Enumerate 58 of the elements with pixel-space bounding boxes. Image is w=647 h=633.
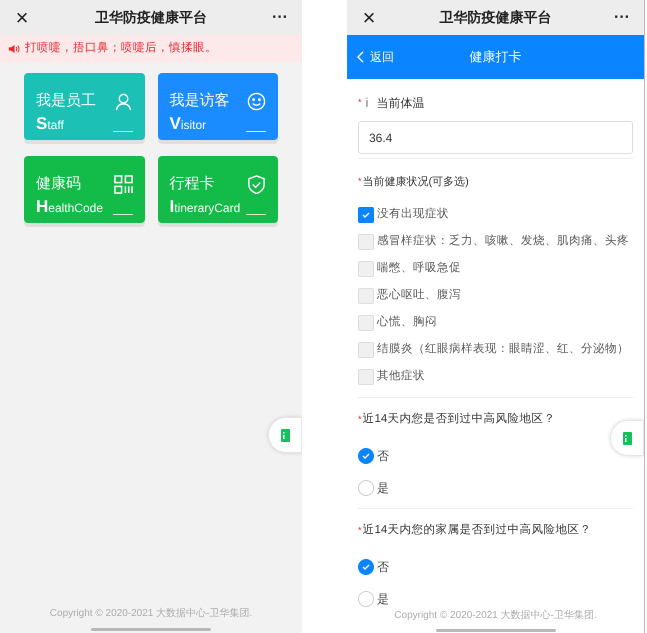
smiley-icon (247, 92, 266, 111)
question-label: 近14天内您的家属是否到过中高风险地区？ (362, 522, 592, 538)
tile-title: 健康码 (36, 174, 81, 194)
radio-button[interactable] (358, 448, 374, 464)
option-label: 恶心呕吐、腹泻 (377, 287, 461, 304)
chevron-left-icon (357, 51, 364, 63)
radio-button[interactable] (358, 591, 374, 607)
question-label: 近14天内您是否到过中高风险地区？ (362, 411, 556, 428)
qr-code-icon (114, 175, 132, 194)
required-mark: * (358, 175, 362, 188)
tile-subtitle: HealthCode (36, 198, 103, 217)
option-label: 感冒样症状：乏力、咳嗽、发烧、肌肉痛、头疼 (377, 233, 629, 250)
field-label: 当前健康状况(可多选) (362, 174, 469, 190)
window-title: 卫华防疫健康平台 (440, 8, 552, 27)
copyright-text: Copyright © 2020-2021 大数据中心-卫华集团. (394, 608, 597, 623)
more-button[interactable]: ··· (612, 10, 632, 26)
check-icon (362, 453, 370, 459)
close-button[interactable]: × (12, 6, 32, 28)
option-label: 结膜炎（红眼病样表现：眼睛涩、红、分泌物） (377, 342, 629, 358)
temperature-field[interactable]: 36.4 (358, 121, 633, 154)
tile-title: 行程卡 (170, 174, 214, 194)
checkbox[interactable] (358, 207, 374, 223)
page-title: 健康打卡 (470, 48, 522, 66)
window-title: 卫华防疫健康平台 (95, 8, 207, 27)
required-mark: * (358, 413, 362, 426)
radio-button[interactable] (358, 559, 374, 575)
tile-subtitle: ItineraryCard (170, 198, 240, 217)
tile-subtitle: Staff (36, 115, 64, 134)
person-icon (114, 92, 132, 111)
notice-text: 打喷嚏，捂口鼻；喷嚏后，慎揉眼。 (25, 40, 217, 56)
option-label: 心慌、胸闷 (377, 314, 437, 330)
required-mark: * (358, 524, 362, 538)
document-icon (622, 432, 632, 444)
copyright-text: Copyright © 2020-2021 大数据中心-卫华集团. (48, 606, 254, 621)
more-button[interactable]: ··· (270, 10, 290, 26)
tile-title: 我是员工 (36, 91, 96, 111)
option-label: 没有出现症状 (377, 206, 449, 222)
close-button[interactable]: × (359, 6, 379, 28)
radio-button[interactable] (358, 480, 374, 496)
option-label: 喘憋、呼吸急促 (377, 260, 461, 276)
floating-button[interactable] (610, 420, 644, 456)
required-mark: * (358, 96, 362, 110)
document-icon (280, 428, 290, 442)
option-label: 其他症状 (377, 368, 425, 384)
option-label: 否 (377, 559, 389, 576)
field-label: 当前体温 (376, 95, 424, 112)
tile-title: 我是访客 (170, 91, 230, 111)
option-label: 是 (377, 591, 389, 608)
check-icon (362, 564, 370, 570)
option-label: 否 (377, 448, 389, 465)
floating-button[interactable] (268, 417, 302, 453)
info-icon: i (366, 93, 368, 113)
tile-subtitle: Visitor (170, 115, 206, 134)
check-icon (362, 212, 370, 218)
option-label: 是 (377, 480, 389, 497)
speaker-icon (8, 44, 21, 54)
shield-check-icon (247, 175, 266, 194)
back-button[interactable]: 返回 (357, 48, 394, 66)
